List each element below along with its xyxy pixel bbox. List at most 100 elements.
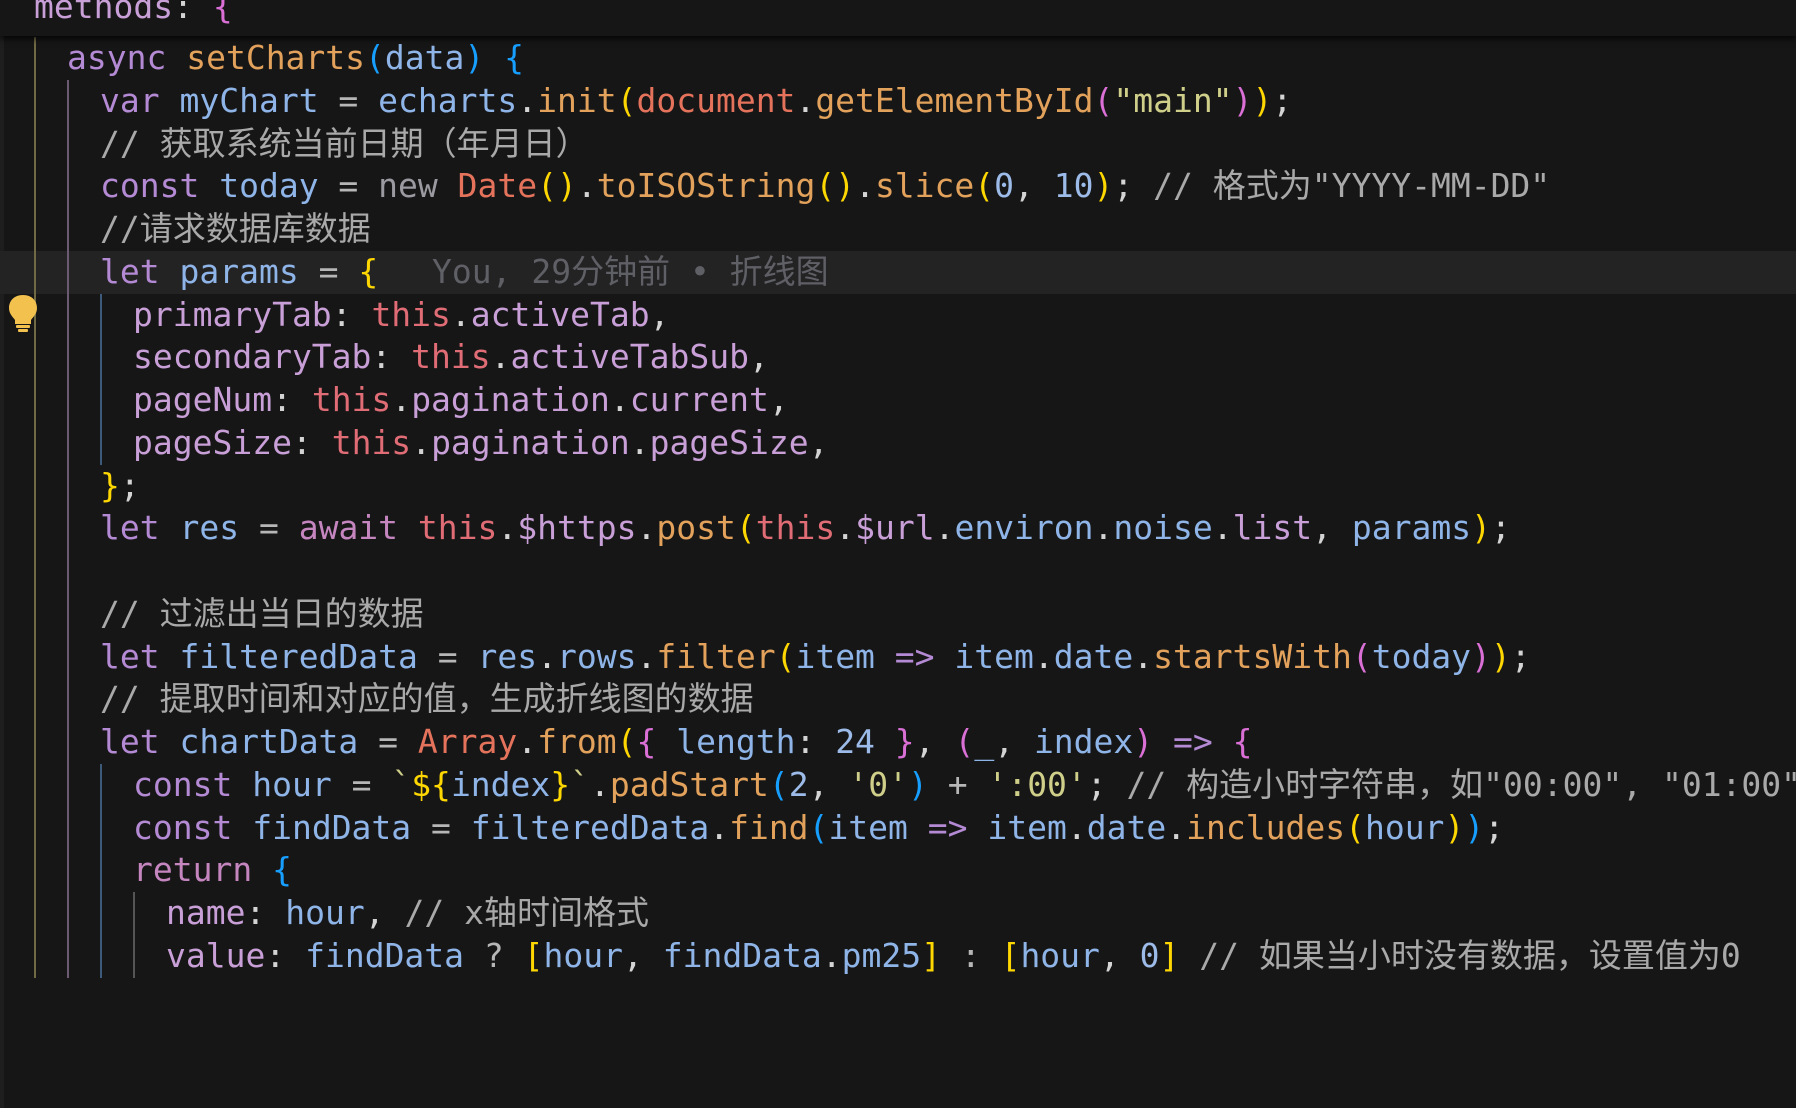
code-token: chartData [179, 722, 359, 761]
indent-guide [100, 293, 102, 337]
code-token: await [298, 508, 418, 548]
code-token: findData [305, 935, 465, 975]
code-token: ( [616, 80, 637, 120]
code-token: current [629, 380, 769, 419]
code-token: = [411, 807, 471, 847]
indent-guide [67, 250, 69, 294]
code-line[interactable]: const hour = `${index}`.padStart(2, '0')… [0, 763, 1796, 807]
code-token: ) [1133, 722, 1154, 761]
code-line[interactable]: primaryTab: this.activeTab, [0, 293, 1796, 337]
code-token: . [517, 722, 538, 761]
code-text: pageSize: this.pagination.pageSize, [133, 422, 828, 465]
code-text: async setCharts(data) { [67, 37, 524, 80]
indent-guide [100, 892, 102, 935]
code-token: , [1312, 508, 1352, 548]
code-token: = [358, 722, 418, 761]
code-token: ${ [411, 764, 451, 804]
code-token: , [649, 294, 670, 334]
code-line[interactable]: value: findData ? [hour, findData.pm25] … [0, 934, 1796, 978]
code-line[interactable]: let filteredData = res.rows.filter(item … [0, 635, 1796, 679]
code-token: padStart [609, 764, 769, 804]
code-token: ` [570, 764, 591, 804]
code-line[interactable]: }; [0, 464, 1796, 508]
code-token: ) [1471, 508, 1491, 548]
code-token: const [133, 807, 253, 847]
code-token: ; [1490, 508, 1511, 548]
indent-guide [67, 934, 69, 978]
code-line[interactable]: var myChart = echarts.init(document.getE… [0, 79, 1796, 123]
indent-guide [67, 721, 69, 764]
indent-guide [67, 806, 69, 850]
code-token: : [291, 422, 332, 462]
sticky-scroll-header[interactable]: methods: { [0, 0, 1796, 36]
code-token: ( [768, 764, 789, 804]
code-text: let chartData = Array.from({ length: 24 … [100, 721, 1253, 764]
code-token: pageSize [649, 422, 809, 462]
code-token: slice [874, 166, 975, 206]
code-token: => [874, 636, 955, 676]
code-token: 0 [994, 166, 1015, 206]
code-text: return { [133, 849, 292, 892]
code-token: data [384, 38, 465, 77]
code-token: . [934, 508, 955, 548]
indent-guide [34, 849, 36, 892]
code-line[interactable]: let params = {You, 29分钟前 • 折线图 [0, 250, 1796, 294]
code-token: . [1133, 636, 1154, 676]
code-token: params [1351, 508, 1472, 548]
code-text: primaryTab: this.activeTab, [133, 294, 669, 337]
code-line[interactable]: //请求数据库数据 [0, 208, 1796, 251]
code-text: const hour = `${index}`.padStart(2, '0')… [133, 764, 1796, 807]
code-line[interactable]: return { [0, 849, 1796, 892]
code-token: let [100, 508, 180, 548]
indent-guide [67, 122, 69, 166]
code-token: includes [1186, 807, 1346, 847]
code-token: ) [907, 764, 928, 804]
code-token: '0' [848, 764, 908, 804]
code-line[interactable]: // 获取系统当前日期（年月日） [0, 122, 1796, 166]
code-text: // 获取系统当前日期（年月日） [100, 123, 589, 166]
indent-guide [67, 379, 69, 422]
code-line[interactable]: name: hour, // x轴时间格式 [0, 892, 1796, 935]
code-line[interactable]: async setCharts(data) { [0, 37, 1796, 80]
code-line[interactable] [0, 550, 1796, 593]
sticky-scroll-line[interactable]: methods: { [0, 0, 1796, 29]
code-token: => [907, 807, 988, 847]
code-text: const today = new Date().toISOString().s… [100, 165, 1550, 208]
indent-guide [67, 763, 69, 807]
code-token: toISOString [596, 166, 816, 206]
code-token: hour [1364, 807, 1445, 847]
code-token: () [537, 166, 577, 206]
code-editor[interactable]: async setCharts(data) {var myChart = ech… [0, 0, 1796, 1108]
code-token: hour [285, 893, 365, 932]
code-line[interactable]: const today = new Date().toISOString().s… [0, 165, 1796, 208]
code-token: value [166, 935, 266, 975]
git-blame-annotation[interactable]: You, 29分钟前 • 折线图 [432, 251, 829, 294]
code-token: . [450, 294, 471, 334]
code-line[interactable]: let chartData = Array.from({ length: 24 … [0, 721, 1796, 764]
code-token: hour [1020, 935, 1100, 975]
code-token: 0 [1139, 935, 1160, 975]
code-token: ( [1093, 80, 1114, 120]
code-line[interactable]: secondaryTab: this.activeTabSub, [0, 336, 1796, 379]
code-line[interactable]: const findData = filteredData.find(item … [0, 806, 1796, 850]
indent-guide [34, 934, 36, 978]
code-token: today [1371, 636, 1472, 676]
code-token: params [179, 251, 299, 291]
lightbulb-icon[interactable] [7, 293, 39, 333]
code-line[interactable]: pageNum: this.pagination.current, [0, 379, 1796, 422]
code-token: . [497, 508, 518, 548]
code-token: rows [557, 636, 637, 676]
indent-guide [67, 849, 69, 892]
code-line[interactable]: pageSize: this.pagination.pageSize, [0, 421, 1796, 465]
code-token: length [656, 722, 796, 761]
code-token: [ [1000, 935, 1021, 975]
code-line[interactable]: let res = await this.$https.post(this.$u… [0, 507, 1796, 550]
code-token: //请求数据库数据 [100, 209, 371, 248]
code-line[interactable]: // 提取时间和对应的值，生成折线图的数据 [0, 678, 1796, 721]
indent-guide [67, 678, 69, 721]
code-text: methods: { [34, 0, 233, 29]
code-line[interactable]: // 过滤出当日的数据 [0, 592, 1796, 636]
code-token: () [815, 166, 856, 206]
code-token: ( [808, 807, 829, 847]
